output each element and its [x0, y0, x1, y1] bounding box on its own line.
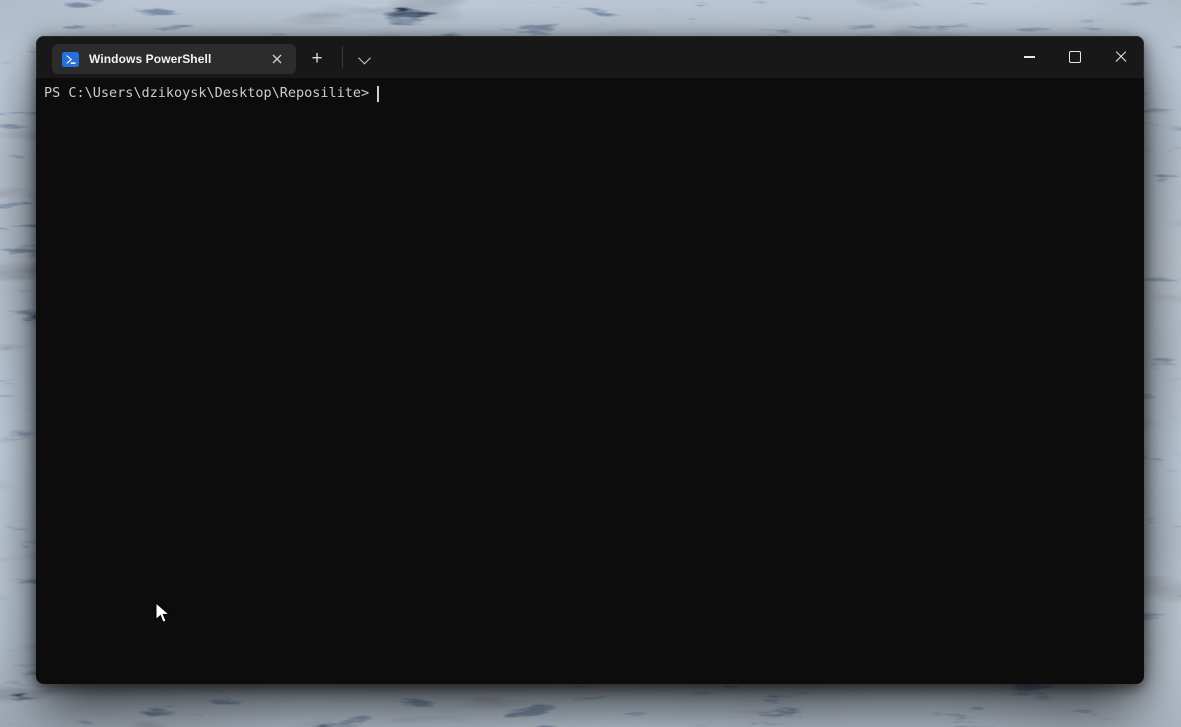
- terminal-window: Windows PowerShell +: [36, 36, 1144, 684]
- minimize-button[interactable]: [1006, 36, 1052, 78]
- minimize-icon: [1024, 56, 1035, 57]
- maximize-button[interactable]: [1052, 36, 1098, 78]
- window-controls: [1006, 36, 1144, 78]
- close-icon: [272, 54, 282, 64]
- tab-dropdown-button[interactable]: [347, 44, 381, 74]
- plus-icon: +: [311, 49, 322, 68]
- terminal-scrollbar[interactable]: [1132, 78, 1144, 684]
- chevron-down-icon: [358, 51, 371, 64]
- maximize-icon: [1069, 51, 1081, 63]
- tab-close-button[interactable]: [266, 48, 288, 70]
- titlebar-drag-region[interactable]: [381, 36, 1006, 78]
- terminal-content[interactable]: PS C:\Users\dzikoysk\Desktop\Reposilite>: [36, 78, 1144, 684]
- screen: Windows PowerShell +: [0, 0, 1181, 727]
- new-tab-button[interactable]: +: [300, 44, 334, 74]
- tabbar-divider: [342, 46, 343, 68]
- terminal-prompt-line: PS C:\Users\dzikoysk\Desktop\Reposilite>: [44, 84, 1144, 103]
- tab-windows-powershell[interactable]: Windows PowerShell: [52, 44, 296, 74]
- close-window-button[interactable]: [1098, 36, 1144, 78]
- terminal-prompt: PS C:\Users\dzikoysk\Desktop\Reposilite>: [44, 84, 369, 103]
- tab-bar: Windows PowerShell +: [36, 36, 1144, 78]
- close-icon: [1115, 51, 1127, 63]
- powershell-icon: [62, 52, 79, 67]
- tab-title: Windows PowerShell: [89, 52, 266, 66]
- terminal-cursor: [377, 86, 379, 102]
